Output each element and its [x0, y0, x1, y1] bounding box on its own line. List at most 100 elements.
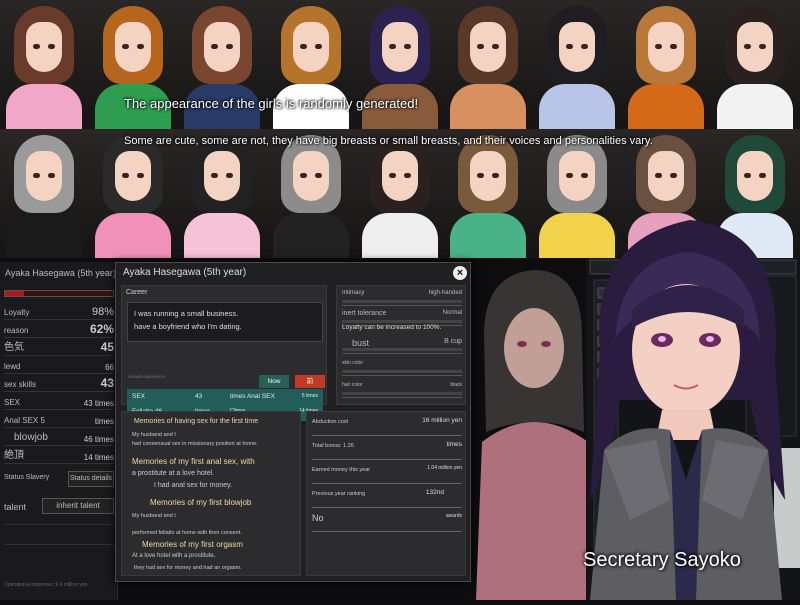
status-details-button[interactable]: Status details — [68, 471, 114, 487]
earnings-value: 1.04 million yen — [427, 465, 462, 471]
girl-portrait — [622, 0, 712, 129]
earnings-box: Abduction cost 16 million yen Total bonus… — [306, 411, 466, 576]
attributes-box: Intimacy high-handed inert tolerance Norma… — [336, 285, 466, 405]
memory-line: At a love hotel with a prostitute, — [132, 553, 216, 559]
portrait-face — [559, 151, 596, 201]
stat-row: Anal SEX 5 times — [4, 412, 114, 428]
portrait-eye — [744, 173, 752, 178]
portrait-eye — [121, 44, 129, 49]
attribute-bar — [342, 392, 462, 395]
portrait-clothes — [539, 84, 616, 129]
memory-line: My husband and I — [132, 432, 176, 438]
memory-line: they had sex for money and had an orgasm… — [134, 565, 242, 571]
portrait-face — [381, 22, 418, 72]
portrait-eye — [744, 44, 752, 49]
portrait-clothes — [628, 84, 705, 129]
stat-key: blowjob — [14, 432, 48, 443]
memory-line: performed fellatio at home with their co… — [132, 530, 242, 536]
attribute-bar — [342, 320, 462, 323]
portrait-eye — [403, 44, 411, 49]
attribute-value: B cup — [444, 338, 462, 345]
portrait-face — [114, 151, 151, 201]
portrait-face — [26, 22, 62, 72]
caption-line-1: The appearance of the girls is randomly … — [124, 96, 419, 111]
stat-value: 45 — [100, 340, 114, 354]
earnings-row: Abduction cost 16 million yen — [312, 414, 462, 436]
tab-now[interactable]: Now — [259, 375, 289, 388]
portrait-face — [737, 22, 774, 72]
portrait-eye — [136, 44, 144, 49]
portrait-face — [292, 22, 329, 72]
divider — [4, 524, 114, 525]
portrait-eye — [48, 173, 55, 178]
girl-portrait — [711, 0, 800, 129]
portrait-face — [292, 151, 329, 201]
attribute-bar — [342, 348, 462, 351]
portrait-clothes — [94, 213, 171, 258]
inherit-talent-button[interactable]: inherit talent — [42, 498, 114, 514]
anal-value: 5 times — [301, 393, 318, 399]
girl-portrait — [444, 129, 534, 258]
memory-heading: Memories of my first blowjob — [150, 498, 252, 507]
portrait-clothes — [6, 84, 82, 129]
stat-value: 66 — [105, 363, 114, 372]
close-icon[interactable]: × — [453, 266, 467, 280]
stat-row: sex skills 43 — [4, 376, 114, 392]
sex-value: 43 — [195, 393, 203, 400]
earnings-key: Earned money this year — [312, 467, 371, 473]
attribute-row: skin color — [342, 358, 462, 376]
portrait-eye — [388, 44, 396, 49]
attribute-value: high-handed — [428, 290, 462, 296]
career-line: I was running a small business. — [134, 309, 239, 318]
stat-value: 46 times — [83, 435, 114, 444]
portrait-eye — [314, 173, 322, 178]
earnings-row: Previous year ranking 132nd — [312, 486, 462, 508]
portrait-eye — [388, 173, 396, 178]
stat-value: 14 times — [83, 453, 114, 462]
portrait-eye — [655, 173, 663, 178]
girl-portrait — [355, 129, 445, 258]
career-label: Career — [126, 289, 148, 296]
girl-portrait — [0, 129, 89, 258]
earnings-value: awards — [445, 513, 462, 519]
stat-key: SEX — [4, 398, 21, 407]
career-line: have a boyfriend who I'm dating. — [134, 322, 242, 331]
stat-row: lewd 66 — [4, 358, 114, 374]
stat-key: Anal SEX 5 — [4, 416, 45, 425]
earnings-key: Total bonus: 1.26 — [312, 443, 354, 449]
portrait-clothes — [717, 84, 794, 129]
portrait-eye — [581, 44, 589, 49]
stat-key: sex skills — [4, 380, 37, 389]
portrait-clothes — [361, 213, 438, 258]
stat-value: times — [94, 417, 114, 426]
portrait-face — [470, 22, 507, 72]
girl-portrait — [444, 0, 534, 129]
portrait-eye — [225, 173, 233, 178]
portrait-face — [114, 22, 151, 72]
secretary-character — [560, 200, 800, 600]
portrait-eye — [581, 173, 589, 178]
status-label: Status Slavery — [4, 474, 50, 481]
portrait-eye — [48, 44, 55, 49]
earnings-row: No awards — [312, 510, 462, 532]
stat-row: Loyalty 98% — [4, 304, 114, 320]
portrait-face — [648, 22, 685, 72]
portrait-clothes — [450, 213, 527, 258]
portrait-face — [737, 151, 774, 201]
memory-line: a prostitute at a love hotel. — [132, 470, 215, 477]
portrait-eye — [33, 173, 40, 178]
stat-key: reason — [4, 326, 29, 335]
anal-label: times Anal SEX — [230, 393, 275, 400]
tab-previous[interactable]: 前 — [295, 375, 325, 388]
portrait-eye — [670, 44, 678, 49]
portrait-clothes — [450, 84, 527, 129]
earnings-row: Earned money this year 1.04 million yen — [312, 462, 462, 484]
portrait-eye — [566, 173, 574, 178]
portrait-clothes — [6, 213, 82, 258]
earnings-row: Total bonus: 1.26 times — [312, 438, 462, 460]
portrait-face — [203, 22, 240, 72]
attribute-bar — [342, 370, 462, 373]
portrait-eye — [759, 173, 767, 178]
stat-value: 98% — [91, 306, 114, 318]
memory-heading: Memories of my first anal sex, with — [132, 457, 255, 466]
